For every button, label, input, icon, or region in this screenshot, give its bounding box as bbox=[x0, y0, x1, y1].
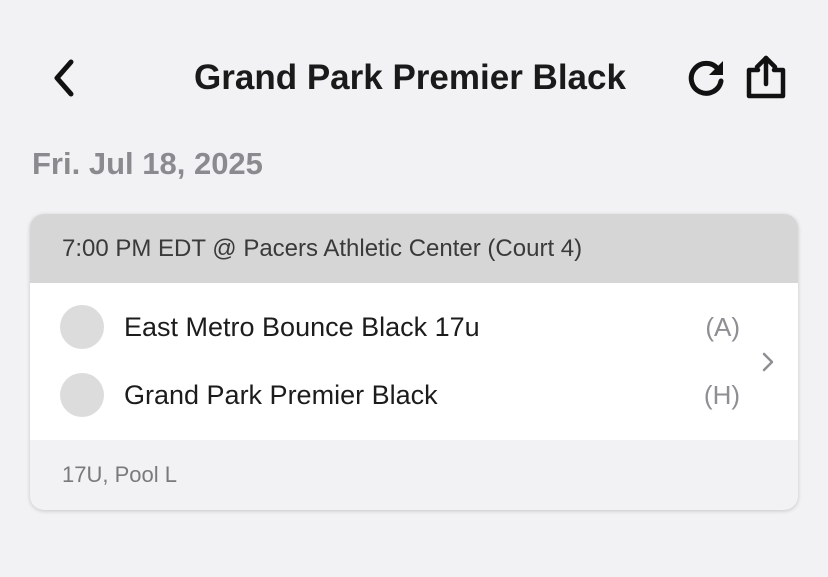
team-avatar bbox=[60, 305, 104, 349]
team-avatar bbox=[60, 373, 104, 417]
team-side-label: (A) bbox=[705, 311, 740, 342]
back-button[interactable] bbox=[44, 56, 84, 100]
team-row-home: Grand Park Premier Black (H) bbox=[30, 365, 798, 425]
team-side-label: (H) bbox=[703, 379, 740, 410]
chevron-left-icon bbox=[54, 59, 74, 97]
chevron-right-icon bbox=[756, 345, 780, 379]
date-heading: Fri. Jul 18, 2025 bbox=[32, 146, 263, 181]
top-bar: Grand Park Premier Black bbox=[0, 0, 828, 150]
team-name: East Metro Bounce Black 17u bbox=[124, 311, 480, 342]
page-title: Grand Park Premier Black bbox=[194, 58, 626, 97]
team-name: Grand Park Premier Black bbox=[124, 379, 438, 410]
refresh-icon bbox=[688, 60, 724, 96]
share-icon bbox=[746, 55, 786, 99]
share-button[interactable] bbox=[742, 52, 790, 102]
refresh-button[interactable] bbox=[684, 56, 728, 100]
team-row-away: East Metro Bounce Black 17u (A) bbox=[30, 297, 798, 357]
game-time-location: 7:00 PM EDT @ Pacers Athletic Center (Co… bbox=[30, 214, 798, 283]
game-card[interactable]: 7:00 PM EDT @ Pacers Athletic Center (Co… bbox=[30, 214, 798, 510]
division-label: 17U, Pool L bbox=[62, 462, 177, 487]
game-teams: East Metro Bounce Black 17u (A) Grand Pa… bbox=[30, 283, 798, 440]
